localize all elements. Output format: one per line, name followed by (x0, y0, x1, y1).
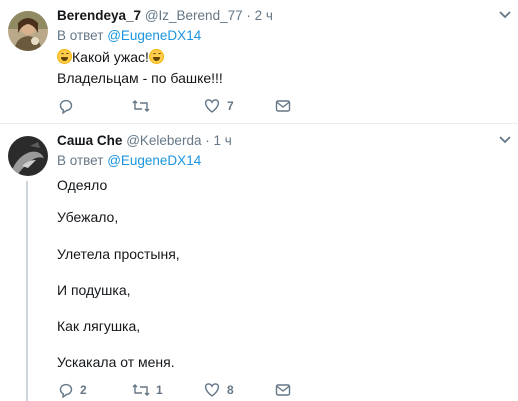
like-count: 8 (227, 383, 234, 397)
grinning-squint-emoji-icon (148, 49, 164, 64)
tweet-text-line: Какой ужас! (57, 49, 164, 65)
user-avatar-image (8, 11, 48, 51)
reply-mention-link[interactable]: @EugeneDX14 (107, 28, 201, 43)
reply-icon (59, 383, 73, 398)
avatar[interactable] (8, 11, 48, 51)
reply-icon (59, 99, 73, 114)
tweet-actions: 2 1 8 (57, 381, 297, 399)
like-button[interactable]: 8 (203, 381, 234, 399)
retweet-icon (132, 384, 150, 396)
user-avatar-image (8, 136, 48, 176)
retweet-button[interactable]: 1 (132, 381, 163, 399)
tweet-text: Какой ужас! (72, 49, 149, 65)
reply-count: 2 (80, 383, 87, 397)
like-count: 7 (227, 99, 234, 113)
direct-message-button[interactable] (275, 381, 291, 399)
separator-dot: · (246, 8, 251, 23)
timestamp[interactable]: 2 ч (255, 8, 273, 23)
user-handle[interactable]: @Iz_Berend_77 (145, 8, 243, 23)
reply-prefix: В ответ (57, 28, 104, 43)
tweet-text: Убежало, (57, 209, 119, 225)
tweet[interactable]: Berendeya_7 @Iz_Berend_77 · 2 ч В ответ … (0, 0, 518, 124)
separator-dot: · (205, 133, 210, 148)
envelope-icon (275, 384, 291, 396)
tweet-text-line: Как лягушка, (57, 318, 140, 334)
tweet-text: Одеяло (57, 177, 108, 193)
reply-to-line: В ответ @EugeneDX14 (57, 28, 201, 43)
reply-button[interactable] (58, 97, 80, 115)
chevron-down-icon[interactable] (498, 135, 512, 145)
tweet-text-line: Убежало, (57, 209, 118, 225)
reply-mention-link[interactable]: @EugeneDX14 (107, 153, 201, 168)
avatar[interactable] (8, 136, 48, 176)
tweet-text-line: Улетела простыня, (57, 246, 180, 262)
tweet-header: Саша Che @Keleberda · 1 ч (57, 133, 488, 151)
retweet-count: 1 (156, 383, 163, 397)
heart-icon (204, 383, 220, 397)
tweet-text-line: Одеяло (57, 177, 107, 193)
tweet-actions: 7 (57, 97, 297, 115)
tweet-text: Ускакала от меня. (57, 354, 175, 370)
tweet-text-line: И подушка, (57, 282, 131, 298)
tweet-text: Улетела простыня, (57, 246, 180, 262)
retweet-button[interactable] (132, 97, 156, 115)
tweet-text: Владельцам - по башке!!! (57, 70, 223, 86)
tweet-header: Berendeya_7 @Iz_Berend_77 · 2 ч (57, 8, 488, 26)
tweet-text: Как лягушка, (57, 318, 141, 334)
like-button[interactable]: 7 (203, 97, 234, 115)
display-name[interactable]: Саша Che (57, 133, 122, 148)
tweet-text-line: Владельцам - по башке!!! (57, 70, 223, 86)
reply-button[interactable]: 2 (58, 381, 87, 399)
reply-to-line: В ответ @EugeneDX14 (57, 153, 201, 168)
tweet[interactable]: Саша Che @Keleberda · 1 ч В ответ @Eugen… (0, 125, 518, 401)
reply-prefix: В ответ (57, 153, 104, 168)
timestamp[interactable]: 1 ч (214, 133, 232, 148)
thread-connector (26, 181, 28, 401)
retweet-icon (132, 100, 150, 112)
tweet-text-line: Ускакала от меня. (57, 354, 175, 370)
tweet-text: И подушка, (57, 282, 131, 298)
grinning-squint-emoji-icon (57, 49, 72, 64)
chevron-down-icon[interactable] (498, 10, 512, 20)
heart-icon (204, 99, 220, 113)
direct-message-button[interactable] (275, 97, 291, 115)
display-name[interactable]: Berendeya_7 (57, 8, 141, 23)
envelope-icon (275, 100, 291, 112)
user-handle[interactable]: @Keleberda (126, 133, 201, 148)
